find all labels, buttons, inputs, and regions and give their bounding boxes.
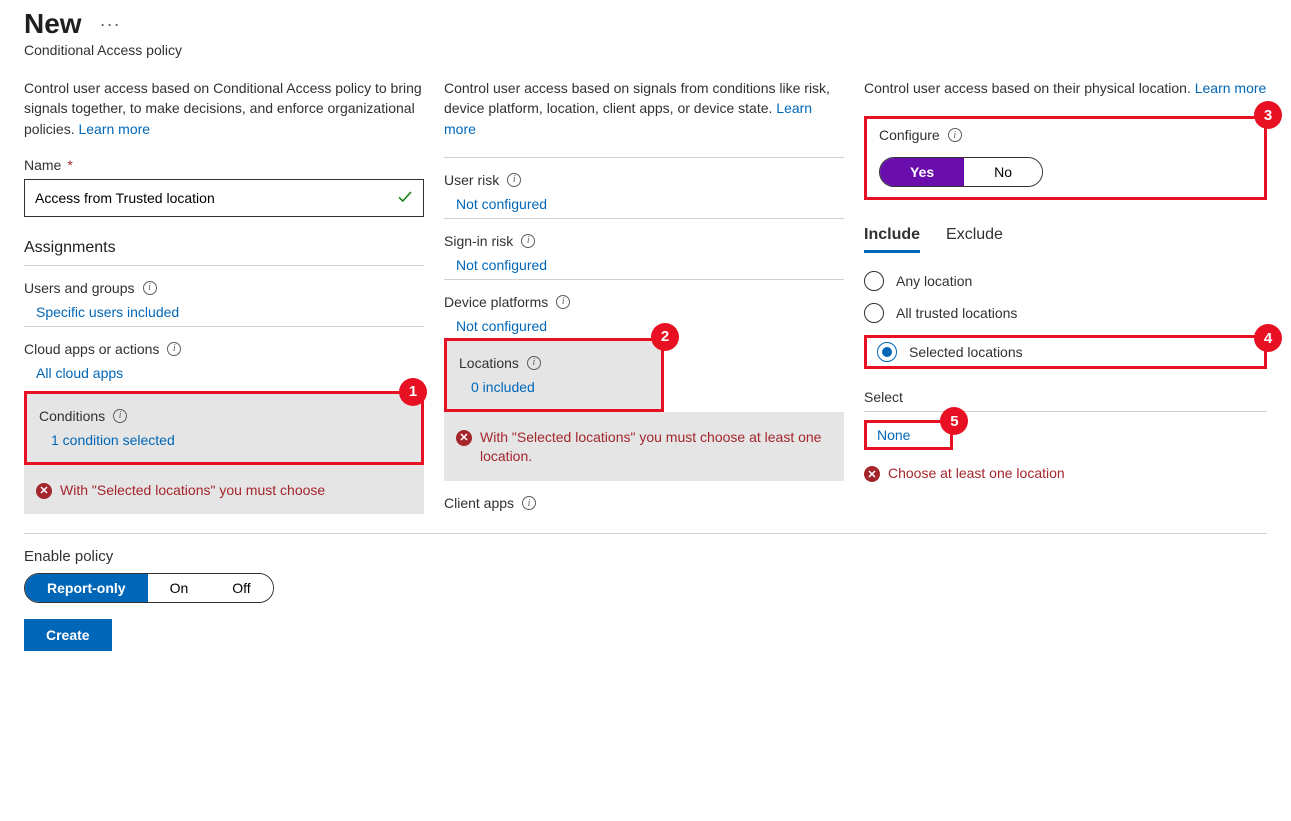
device-platforms-label: Device platforms — [444, 294, 548, 310]
enable-report-only[interactable]: Report-only — [25, 574, 148, 602]
select-heading: Select — [864, 389, 1267, 412]
info-icon[interactable]: i — [507, 173, 521, 187]
error-icon: ✕ — [456, 430, 472, 446]
info-icon[interactable]: i — [113, 409, 127, 423]
col3-intro-text: Control user access based on their physi… — [864, 80, 1195, 96]
device-platforms-value[interactable]: Not configured — [456, 318, 547, 334]
error-icon: ✕ — [864, 466, 880, 482]
col1-learn-more-link[interactable]: Learn more — [78, 121, 150, 137]
page-title: New — [24, 8, 82, 40]
client-apps-label: Client apps — [444, 495, 514, 511]
configure-yes[interactable]: Yes — [880, 158, 964, 186]
radio-trusted-label: All trusted locations — [896, 305, 1017, 321]
signin-risk-value[interactable]: Not configured — [456, 257, 547, 273]
radio-any-label: Any location — [896, 273, 972, 289]
info-icon[interactable]: i — [521, 234, 535, 248]
callout-badge-4: 4 — [1254, 324, 1282, 352]
info-icon[interactable]: i — [522, 496, 536, 510]
locations-label: Locations — [459, 355, 519, 371]
info-icon[interactable]: i — [948, 128, 962, 142]
locations-value[interactable]: 0 included — [471, 379, 535, 395]
conditions-label: Conditions — [39, 408, 105, 424]
col3-intro: Control user access based on their physi… — [864, 78, 1267, 98]
tab-include[interactable]: Include — [864, 226, 920, 253]
info-icon[interactable]: i — [556, 295, 570, 309]
callout-badge-5: 5 — [940, 407, 968, 435]
configure-label: Configure — [879, 127, 940, 143]
user-risk-value[interactable]: Not configured — [456, 196, 547, 212]
radio-selected-label: Selected locations — [909, 344, 1023, 360]
check-icon — [396, 187, 414, 208]
assignments-heading: Assignments — [24, 239, 424, 266]
select-error-text: Choose at least one location — [888, 464, 1065, 484]
error-icon: ✕ — [36, 483, 52, 499]
enable-off[interactable]: Off — [210, 574, 272, 602]
configure-no[interactable]: No — [964, 158, 1042, 186]
col2-intro-text: Control user access based on signals fro… — [444, 80, 830, 116]
radio-icon — [864, 303, 884, 323]
col2-intro: Control user access based on signals fro… — [444, 78, 844, 139]
select-value-link[interactable]: None — [877, 427, 910, 443]
locations-error-text: With "Selected locations" you must choos… — [480, 428, 832, 467]
more-menu-icon[interactable]: ··· — [100, 14, 121, 35]
col3-learn-more-link[interactable]: Learn more — [1195, 80, 1267, 96]
info-icon[interactable]: i — [527, 356, 541, 370]
name-input[interactable] — [24, 179, 424, 217]
user-risk-label: User risk — [444, 172, 499, 188]
conditions-error-text: With "Selected locations" you must choos… — [60, 481, 325, 501]
radio-icon — [864, 271, 884, 291]
users-groups-label: Users and groups — [24, 280, 135, 296]
name-field-label: Name * — [24, 157, 424, 173]
info-icon[interactable]: i — [167, 342, 181, 356]
users-groups-value[interactable]: Specific users included — [36, 304, 179, 320]
radio-icon — [877, 342, 897, 362]
create-button[interactable]: Create — [24, 619, 112, 651]
enable-on[interactable]: On — [148, 574, 211, 602]
col1-intro: Control user access based on Conditional… — [24, 78, 424, 139]
enable-policy-toggle[interactable]: Report-only On Off — [24, 573, 274, 603]
radio-all-trusted[interactable]: All trusted locations — [864, 303, 1267, 323]
radio-any-location[interactable]: Any location — [864, 271, 1267, 291]
info-icon[interactable]: i — [143, 281, 157, 295]
enable-policy-label: Enable policy — [24, 548, 1267, 565]
configure-toggle[interactable]: Yes No — [879, 157, 1043, 187]
cloud-apps-value[interactable]: All cloud apps — [36, 365, 123, 381]
page-subtitle: Conditional Access policy — [24, 42, 1267, 58]
tab-exclude[interactable]: Exclude — [946, 226, 1003, 253]
callout-badge-2: 2 — [651, 323, 679, 351]
radio-selected-locations[interactable]: Selected locations — [877, 342, 1254, 362]
conditions-value[interactable]: 1 condition selected — [51, 432, 175, 448]
callout-badge-3: 3 — [1254, 101, 1282, 129]
cloud-apps-label: Cloud apps or actions — [24, 341, 159, 357]
callout-badge-1: 1 — [399, 378, 427, 406]
signin-risk-label: Sign-in risk — [444, 233, 513, 249]
